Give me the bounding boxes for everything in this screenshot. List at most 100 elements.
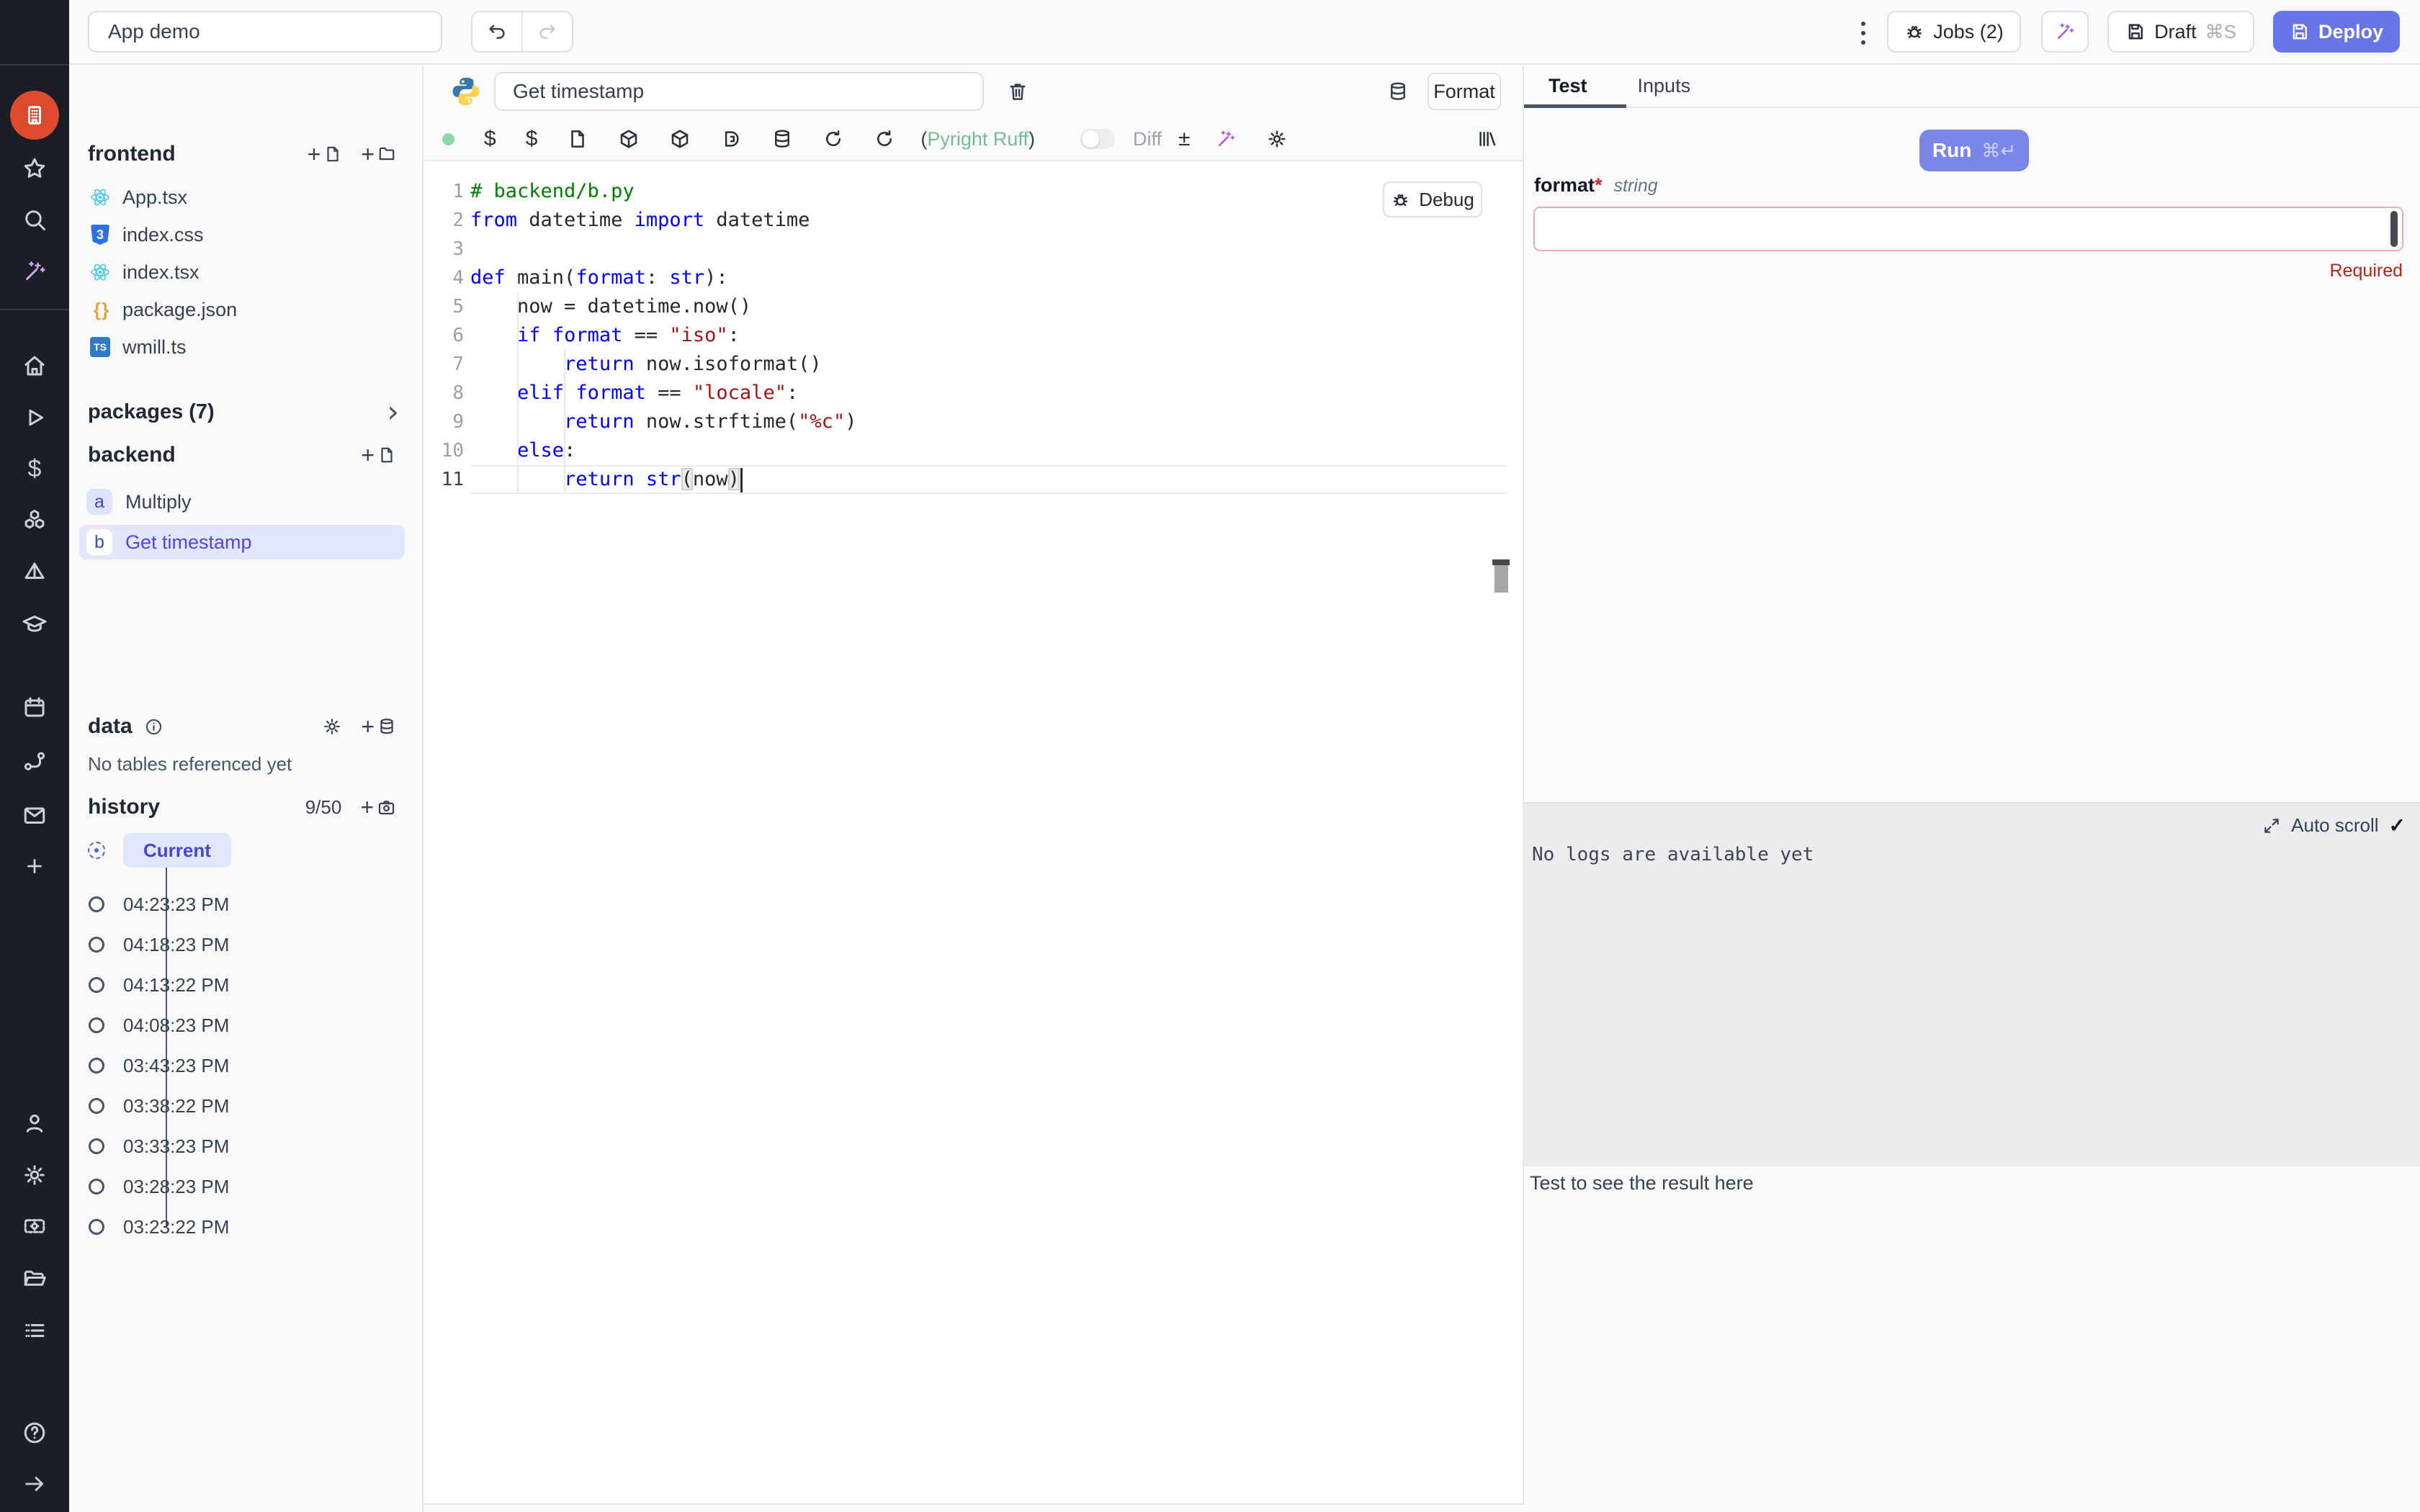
script-item-a[interactable]: aMultiply (79, 485, 405, 519)
add-script-button[interactable]: + (361, 444, 396, 467)
audit-list-icon[interactable] (22, 1318, 48, 1344)
history-timestamp: 03:23:22 PM (123, 1216, 229, 1238)
runs-play-icon[interactable] (22, 405, 48, 431)
line-content: return now.strftime("%c") (470, 408, 1507, 436)
history-entry[interactable]: 03:43:23 PM (88, 1045, 405, 1086)
frontend-file-list: App.tsx3index.cssindex.tsx{ }package.jso… (88, 179, 405, 366)
tab-test[interactable]: Test (1549, 75, 1587, 97)
add-folder-button[interactable]: + (361, 143, 396, 166)
package-icon-2[interactable] (669, 128, 691, 150)
file-item[interactable]: { }package.json (88, 291, 405, 328)
run-button[interactable]: Run ⌘↵ (1919, 130, 2029, 171)
history-entry[interactable]: 04:18:23 PM (88, 924, 405, 965)
service-shape-icon[interactable] (720, 128, 742, 150)
file-item[interactable]: TSwmill.ts (88, 328, 405, 366)
library-icon[interactable] (1476, 128, 1498, 150)
learn-graduation-cap-icon[interactable] (22, 611, 48, 637)
history-entry[interactable]: 03:38:22 PM (88, 1086, 405, 1126)
info-icon[interactable] (144, 717, 163, 737)
add-table-button[interactable]: + (361, 715, 396, 738)
variable-dollar-icon[interactable]: $ (484, 127, 496, 151)
format-field-input[interactable] (1533, 207, 2403, 251)
history-current-row[interactable]: Current (88, 833, 231, 868)
add-plus-icon[interactable] (22, 854, 47, 878)
script-name-input[interactable] (494, 72, 984, 111)
collapse-arrow-right-icon[interactable] (22, 1472, 47, 1496)
variables-dollar-icon[interactable]: $ (28, 456, 42, 481)
autoscroll-control[interactable]: Auto scroll ✓ (2262, 814, 2406, 837)
editor-scrollbar[interactable] (1500, 161, 1515, 1505)
python-icon (449, 75, 483, 108)
history-dot-icon (89, 937, 104, 953)
workspace-avatar-building-icon[interactable] (10, 91, 59, 140)
draft-label: Draft (2154, 21, 2197, 43)
undo-button[interactable] (472, 12, 521, 51)
redo-button[interactable] (521, 12, 572, 51)
code-editor[interactable]: 1# backend/b.py2from datetime import dat… (424, 161, 1523, 1505)
format-button[interactable]: Format (1428, 73, 1501, 110)
file-icon[interactable] (567, 128, 588, 150)
ai-assistant-button[interactable] (2041, 11, 2089, 53)
required-error: Required (2330, 261, 2403, 282)
file-item[interactable]: 3index.css (88, 216, 405, 253)
user-icon[interactable] (22, 1110, 48, 1136)
mail-icon[interactable] (22, 802, 48, 828)
backend-section-header: backend + (88, 438, 396, 472)
file-item[interactable]: App.tsx (88, 179, 405, 216)
data-section-header: data + (88, 709, 396, 744)
draft-button[interactable]: Draft ⌘S (2107, 11, 2254, 53)
package-icon[interactable] (618, 128, 640, 150)
add-file-button[interactable]: + (308, 143, 343, 166)
folder-open-icon[interactable] (22, 1266, 48, 1292)
history-entry[interactable]: 04:23:23 PM (88, 884, 405, 924)
history-entry[interactable]: 03:33:23 PM (88, 1126, 405, 1166)
history-timestamp: 04:23:23 PM (123, 894, 229, 916)
search-icon[interactable] (22, 207, 48, 233)
reload-icon[interactable] (874, 128, 895, 150)
delete-script-trash-icon[interactable] (1007, 81, 1028, 102)
line-number: 8 (424, 379, 464, 408)
file-item[interactable]: index.tsx (88, 253, 405, 291)
debug-button[interactable]: Debug (1383, 181, 1482, 217)
home-icon[interactable] (22, 353, 48, 379)
settings-gear-icon[interactable] (22, 1162, 48, 1188)
refresh-icon[interactable] (823, 128, 844, 150)
packages-row[interactable]: packages (7) › (88, 395, 405, 429)
ai-wand-icon[interactable] (22, 258, 48, 284)
deploy-button[interactable]: Deploy (2273, 11, 2400, 53)
frontend-title: frontend (88, 142, 176, 166)
app-name-input[interactable] (88, 11, 442, 53)
field-scrollbar-thumb[interactable] (2390, 211, 2398, 247)
history-dot-icon (89, 977, 104, 993)
triggers-pyramid-icon[interactable] (22, 559, 48, 585)
script-item-b[interactable]: bGet timestamp (79, 525, 405, 559)
flows-route-icon[interactable] (22, 749, 48, 775)
indent-guide (517, 292, 519, 494)
more-menu-kebab-icon[interactable] (1857, 17, 1870, 49)
data-settings-gear-icon[interactable] (322, 716, 342, 737)
expand-icon[interactable] (2262, 816, 2281, 835)
bug-icon (1904, 22, 1924, 42)
editor-settings-gear-icon[interactable] (1266, 128, 1288, 150)
toolbar-database-icon[interactable] (771, 128, 793, 150)
editor-ai-wand-icon[interactable] (1215, 128, 1237, 150)
history-entry[interactable]: 03:23:22 PM (88, 1207, 405, 1247)
star-icon[interactable] (22, 156, 48, 181)
worker-groups-icon[interactable] (22, 1213, 48, 1239)
plus-minus-icon[interactable]: ± (1178, 127, 1190, 151)
tab-inputs[interactable]: Inputs (1638, 75, 1691, 97)
jobs-button[interactable]: Jobs (2) (1887, 11, 2021, 53)
resource-dollar-icon[interactable]: $ (526, 127, 538, 151)
history-entry[interactable]: 04:13:22 PM (88, 965, 405, 1005)
snapshot-button[interactable]: + (360, 796, 396, 819)
help-icon[interactable] (22, 1420, 48, 1446)
left-nav-rail: $ (0, 0, 69, 1512)
schedules-calendar-icon[interactable] (22, 694, 48, 720)
code-line-11: 11 return str(now) (424, 465, 1523, 494)
diff-toggle[interactable] (1080, 129, 1115, 149)
resources-cubes-icon[interactable] (22, 508, 48, 534)
scrollbar-thumb[interactable] (1494, 565, 1508, 593)
database-icon[interactable] (1387, 81, 1409, 102)
history-entry[interactable]: 04:08:23 PM (88, 1005, 405, 1045)
history-entry[interactable]: 03:28:23 PM (88, 1166, 405, 1207)
